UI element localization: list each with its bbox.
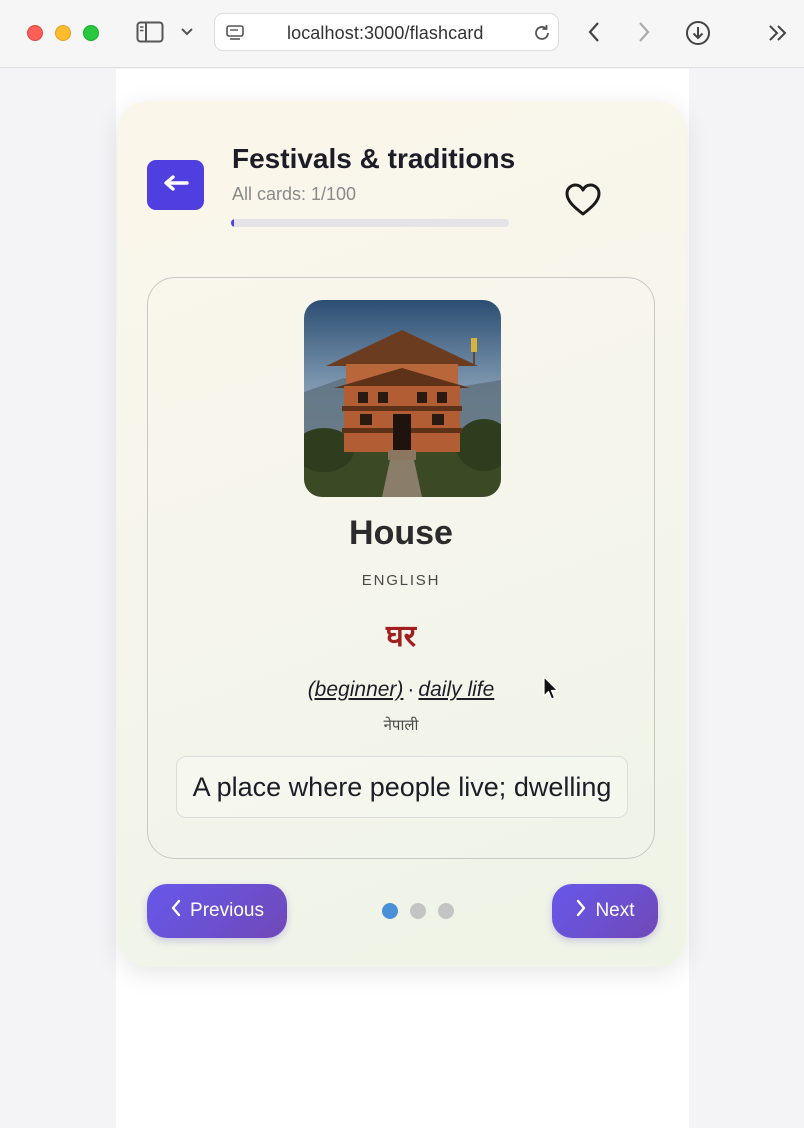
previous-label: Previous: [190, 900, 264, 921]
chevron-right-icon: [575, 899, 587, 923]
download-icon[interactable]: [684, 19, 712, 47]
sidebar-toggle-icon[interactable]: [135, 20, 165, 44]
window-maximize-button[interactable]: [83, 25, 99, 41]
pagination-dot[interactable]: [438, 903, 454, 919]
previous-button[interactable]: Previous: [147, 884, 287, 938]
deck-title: Festivals & traditions: [232, 143, 516, 174]
favorite-heart-icon[interactable]: [565, 183, 601, 217]
more-tools-icon[interactable]: [767, 22, 789, 44]
level-link[interactable]: (beginner): [308, 678, 404, 701]
category-link[interactable]: daily life: [418, 678, 494, 701]
url-text[interactable]: localhost:3000/flashcard: [287, 23, 484, 44]
arrow-left-icon: [163, 174, 189, 196]
definition-box: A place where people live; dwelling: [176, 756, 628, 818]
progress-fill: [231, 219, 234, 227]
card-count: All cards: 1/100: [232, 184, 357, 204]
flashcard[interactable]: House ENGLISH घर (beginner) · daily life न…: [147, 277, 655, 859]
pagination-dot[interactable]: [410, 903, 426, 919]
chevron-left-icon: [170, 899, 182, 923]
forward-nav-icon[interactable]: [634, 20, 654, 44]
progress-bar: [231, 219, 509, 227]
pagination-dots: [382, 903, 454, 919]
house-image: [304, 300, 501, 497]
next-button[interactable]: Next: [552, 884, 658, 938]
site-settings-icon[interactable]: [225, 23, 245, 43]
card-meta: (beginner) · daily life: [148, 678, 654, 702]
pagination-dot[interactable]: [382, 903, 398, 919]
meta-separator: ·: [407, 678, 415, 701]
address-bar[interactable]: localhost:3000/flashcard: [214, 13, 559, 51]
flashcard-container: Festivals & traditions All cards: 1/100: [118, 101, 686, 967]
browser-toolbar: localhost:3000/flashcard: [0, 0, 804, 68]
language-label: ENGLISH: [361, 572, 441, 589]
window-close-button[interactable]: [27, 25, 43, 41]
reload-icon[interactable]: [531, 22, 553, 44]
next-label: Next: [595, 900, 635, 921]
window-minimize-button[interactable]: [55, 25, 71, 41]
native-language-label: नेपाली: [383, 717, 419, 734]
back-nav-icon[interactable]: [584, 20, 604, 44]
back-button[interactable]: [147, 160, 204, 210]
card-translation: घर: [386, 620, 416, 653]
chevron-down-icon[interactable]: [180, 26, 194, 38]
card-word: House: [349, 514, 453, 552]
mouse-cursor-icon: [542, 676, 560, 707]
